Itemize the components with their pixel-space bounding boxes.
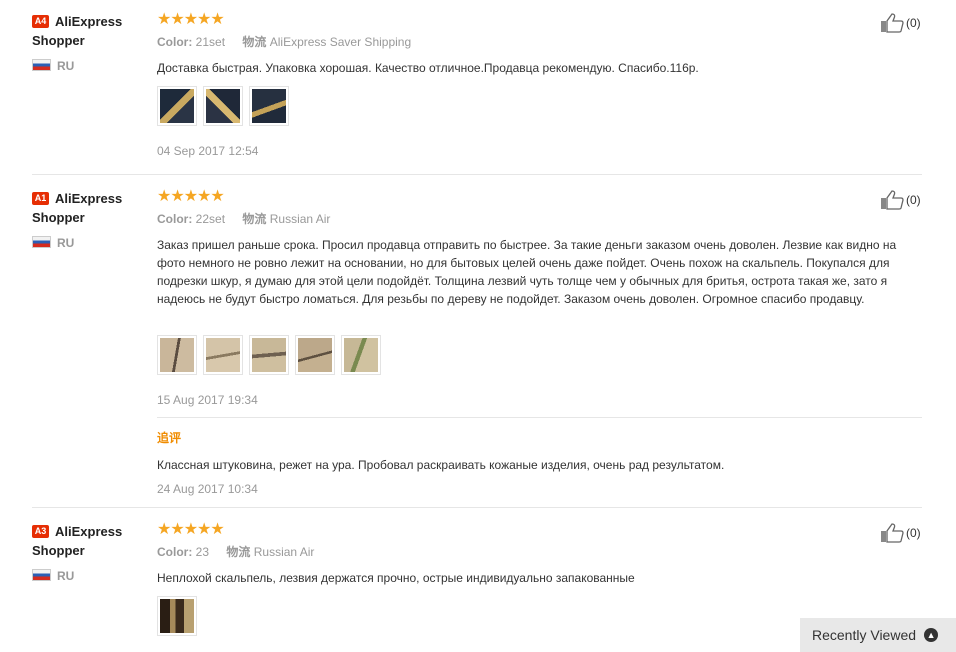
review-photo-thumbnail[interactable] — [157, 86, 197, 126]
review-photo-thumbnail[interactable] — [295, 335, 335, 375]
review-photo-thumbnail[interactable] — [203, 335, 243, 375]
review-date: 15 Aug 2017 19:34 — [157, 393, 258, 407]
shipping-key: 物流 — [226, 545, 251, 559]
buyer-level-badge: A4 — [32, 15, 49, 28]
review-text: Заказ пришел раньше срока. Просил продав… — [157, 238, 897, 306]
country-code: RU — [57, 236, 75, 250]
helpful-count: (0) — [906, 526, 921, 540]
shipping-value: AliExpress Saver Shipping — [269, 35, 412, 49]
thumbs-up-icon — [881, 523, 904, 543]
review-photos — [157, 596, 197, 636]
country-code: RU — [57, 59, 75, 73]
rating-stars: ★★★★★ — [157, 11, 225, 28]
review-photo-thumbnail[interactable] — [157, 335, 197, 375]
color-key: Color: — [157, 212, 193, 226]
review-text: Доставка быстрая. Упаковка хорошая. Каче… — [157, 61, 699, 75]
order-info: Color: 21set 物流 AliExpress Saver Shippin… — [157, 35, 411, 49]
review-photo-thumbnail[interactable] — [249, 335, 289, 375]
color-value: 21set — [195, 35, 226, 49]
shipping-value: Russian Air — [253, 545, 315, 559]
divider — [157, 417, 922, 418]
helpful-button[interactable]: (0) — [880, 523, 921, 543]
recently-viewed-button[interactable]: Recently Viewed ▲ — [800, 618, 956, 652]
reviewer-info: A1 AliExpress Shopper RU — [32, 189, 147, 250]
rating-stars: ★★★★★ — [157, 521, 225, 538]
helpful-count: (0) — [906, 16, 921, 30]
color-value: 22set — [195, 212, 226, 226]
shipping-key: 物流 — [242, 35, 267, 49]
country-code: RU — [57, 569, 75, 583]
review-text: Неплохой скальпель, лезвия держатся проч… — [157, 571, 635, 585]
color-value: 23 — [195, 545, 210, 559]
review-photo-thumbnail[interactable] — [203, 86, 243, 126]
review-photo-thumbnail[interactable] — [341, 335, 381, 375]
rating-stars: ★★★★★ — [157, 188, 225, 205]
russia-flag-icon — [32, 236, 51, 248]
buyer-level-badge: A3 — [32, 525, 49, 538]
thumbs-up-icon — [881, 190, 904, 210]
helpful-count: (0) — [906, 193, 921, 207]
chevron-up-icon: ▲ — [924, 628, 939, 642]
russia-flag-icon — [32, 569, 51, 581]
russia-flag-icon — [32, 59, 51, 71]
review-photos — [157, 335, 381, 375]
review-photos — [157, 86, 289, 126]
review-date: 04 Sep 2017 12:54 — [157, 144, 259, 158]
followup-label: 追评 — [157, 431, 182, 445]
followup-date: 24 Aug 2017 10:34 — [157, 482, 258, 496]
helpful-button[interactable]: (0) — [880, 13, 921, 33]
shipping-value: Russian Air — [269, 212, 331, 226]
review-photo-thumbnail[interactable] — [249, 86, 289, 126]
color-key: Color: — [157, 545, 193, 559]
reviewer-info: A4 AliExpress Shopper RU — [32, 12, 147, 73]
shipping-key: 物流 — [242, 212, 267, 226]
review-photo-thumbnail[interactable] — [157, 596, 197, 636]
divider — [32, 507, 922, 508]
buyer-level-badge: A1 — [32, 192, 49, 205]
divider — [32, 174, 922, 175]
followup-text: Классная штуковина, режет на ура. Пробов… — [157, 458, 725, 472]
order-info: Color: 22set 物流 Russian Air — [157, 212, 330, 226]
reviewer-info: A3 AliExpress Shopper RU — [32, 522, 147, 583]
order-info: Color: 23 物流 Russian Air — [157, 545, 314, 559]
helpful-button[interactable]: (0) — [880, 190, 921, 210]
color-key: Color: — [157, 35, 193, 49]
recently-viewed-label: Recently Viewed — [812, 627, 917, 643]
thumbs-up-icon — [881, 13, 904, 33]
